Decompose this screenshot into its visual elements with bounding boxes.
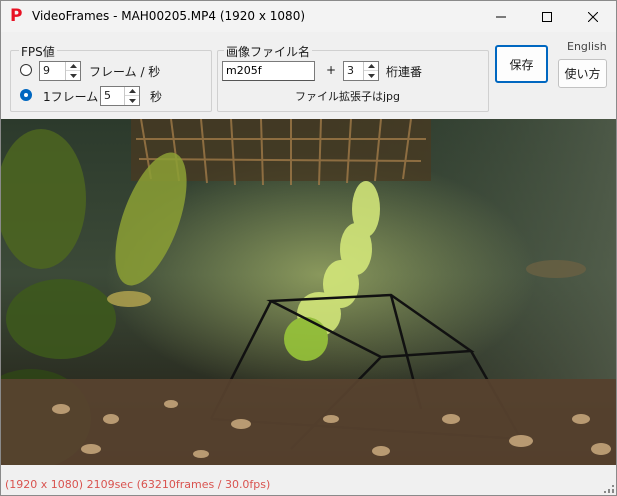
window-title: VideoFrames - MAH00205.MP4 (1920 x 1080)	[32, 9, 306, 23]
minimize-button[interactable]	[478, 1, 524, 32]
minimize-icon	[496, 16, 506, 17]
stepper-up-icon[interactable]	[66, 62, 80, 71]
fps-group-label: FPS値	[19, 43, 57, 60]
digits-label: 桁連番	[386, 65, 423, 79]
stepper-up-icon[interactable]	[364, 62, 378, 71]
maximize-button[interactable]	[524, 1, 570, 32]
aquarium-frame-image	[1, 119, 616, 465]
filename-group-label: 画像ファイル名	[224, 43, 313, 60]
seconds-per-frame-label: 1フレーム /	[43, 90, 107, 104]
digits-stepper[interactable]: 3	[343, 61, 379, 81]
close-icon	[588, 11, 598, 22]
resize-grip-icon[interactable]	[604, 483, 614, 493]
maximize-icon	[542, 11, 552, 22]
title-bar[interactable]: P VideoFrames - MAH00205.MP4 (1920 x 108…	[1, 1, 616, 32]
save-button-label: 保存	[509, 57, 534, 72]
close-button[interactable]	[570, 1, 616, 32]
save-button[interactable]: 保存	[495, 45, 548, 83]
seconds-value: 5	[104, 89, 111, 102]
seconds-per-frame-radio[interactable]	[20, 89, 32, 101]
status-bar: (1920 x 1080) 2109sec (63210frames / 30.…	[1, 475, 616, 495]
status-text: (1920 x 1080) 2109sec (63210frames / 30.…	[5, 478, 271, 491]
app-window: P VideoFrames - MAH00205.MP4 (1920 x 108…	[0, 0, 617, 496]
extension-note: ファイル拡張子はjpg	[295, 90, 401, 103]
help-button-label: 使い方	[564, 67, 601, 81]
fps-value-stepper[interactable]: 9	[39, 61, 81, 81]
help-button[interactable]: 使い方	[558, 59, 607, 88]
digits-value: 3	[347, 64, 354, 77]
filename-input-field[interactable]	[226, 64, 306, 77]
fps-unit-label: フレーム / 秒	[89, 65, 161, 79]
video-preview[interactable]	[1, 119, 616, 465]
seconds-unit-label: 秒	[150, 90, 163, 104]
language-link[interactable]: English	[567, 40, 607, 53]
app-icon: P	[10, 6, 23, 26]
stepper-up-icon[interactable]	[125, 87, 139, 96]
stepper-down-icon[interactable]	[66, 71, 80, 80]
stepper-down-icon[interactable]	[364, 71, 378, 80]
fps-value: 9	[43, 64, 50, 77]
plus-sign: +	[326, 63, 337, 77]
seconds-value-stepper[interactable]: 5	[100, 86, 140, 106]
fps-per-second-radio[interactable]	[20, 64, 32, 76]
stepper-down-icon[interactable]	[125, 96, 139, 105]
filename-input[interactable]	[222, 61, 315, 81]
